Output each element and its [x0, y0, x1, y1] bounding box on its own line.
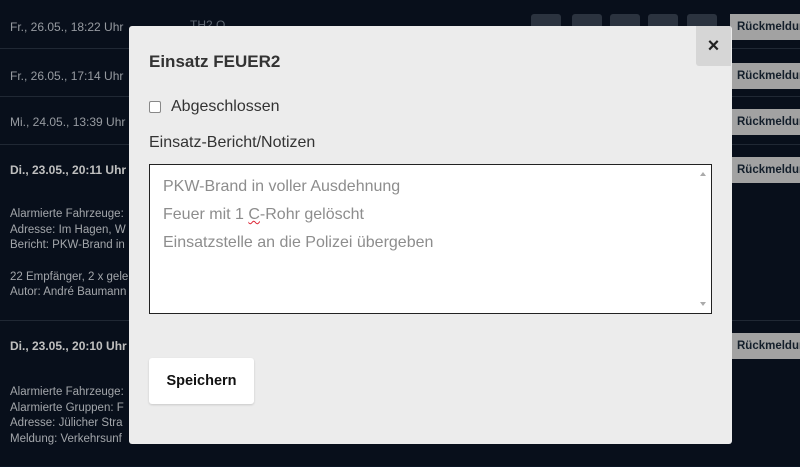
close-button[interactable]: ×: [696, 26, 731, 66]
scroll-up-arrow-icon[interactable]: [700, 172, 706, 176]
save-button[interactable]: Speichern: [149, 358, 254, 404]
dialog-title: Einsatz FEUER2: [149, 52, 281, 71]
abgeschlossen-checkbox[interactable]: [149, 101, 161, 113]
close-icon: ×: [707, 35, 720, 57]
notes-line: Feuer mit 1 C-Rohr gelöscht: [163, 206, 364, 223]
einsatz-dialog: Einsatz FEUER2 × Abgeschlossen Einsatz-B…: [129, 26, 732, 444]
notes-line: PKW-Brand in voller Ausdehnung: [163, 178, 401, 195]
notes-label: Einsatz-Bericht/Notizen: [149, 134, 316, 151]
checkbox-label[interactable]: Abgeschlossen: [171, 98, 280, 116]
spellcheck-marker: C: [248, 206, 260, 223]
notes-textarea[interactable]: PKW-Brand in voller Ausdehnung Feuer mit…: [149, 164, 712, 314]
abgeschlossen-checkbox-row[interactable]: Abgeschlossen: [149, 98, 280, 116]
scroll-down-arrow-icon[interactable]: [700, 302, 706, 306]
notes-line: Einsatzstelle an die Polizei übergeben: [163, 234, 434, 251]
